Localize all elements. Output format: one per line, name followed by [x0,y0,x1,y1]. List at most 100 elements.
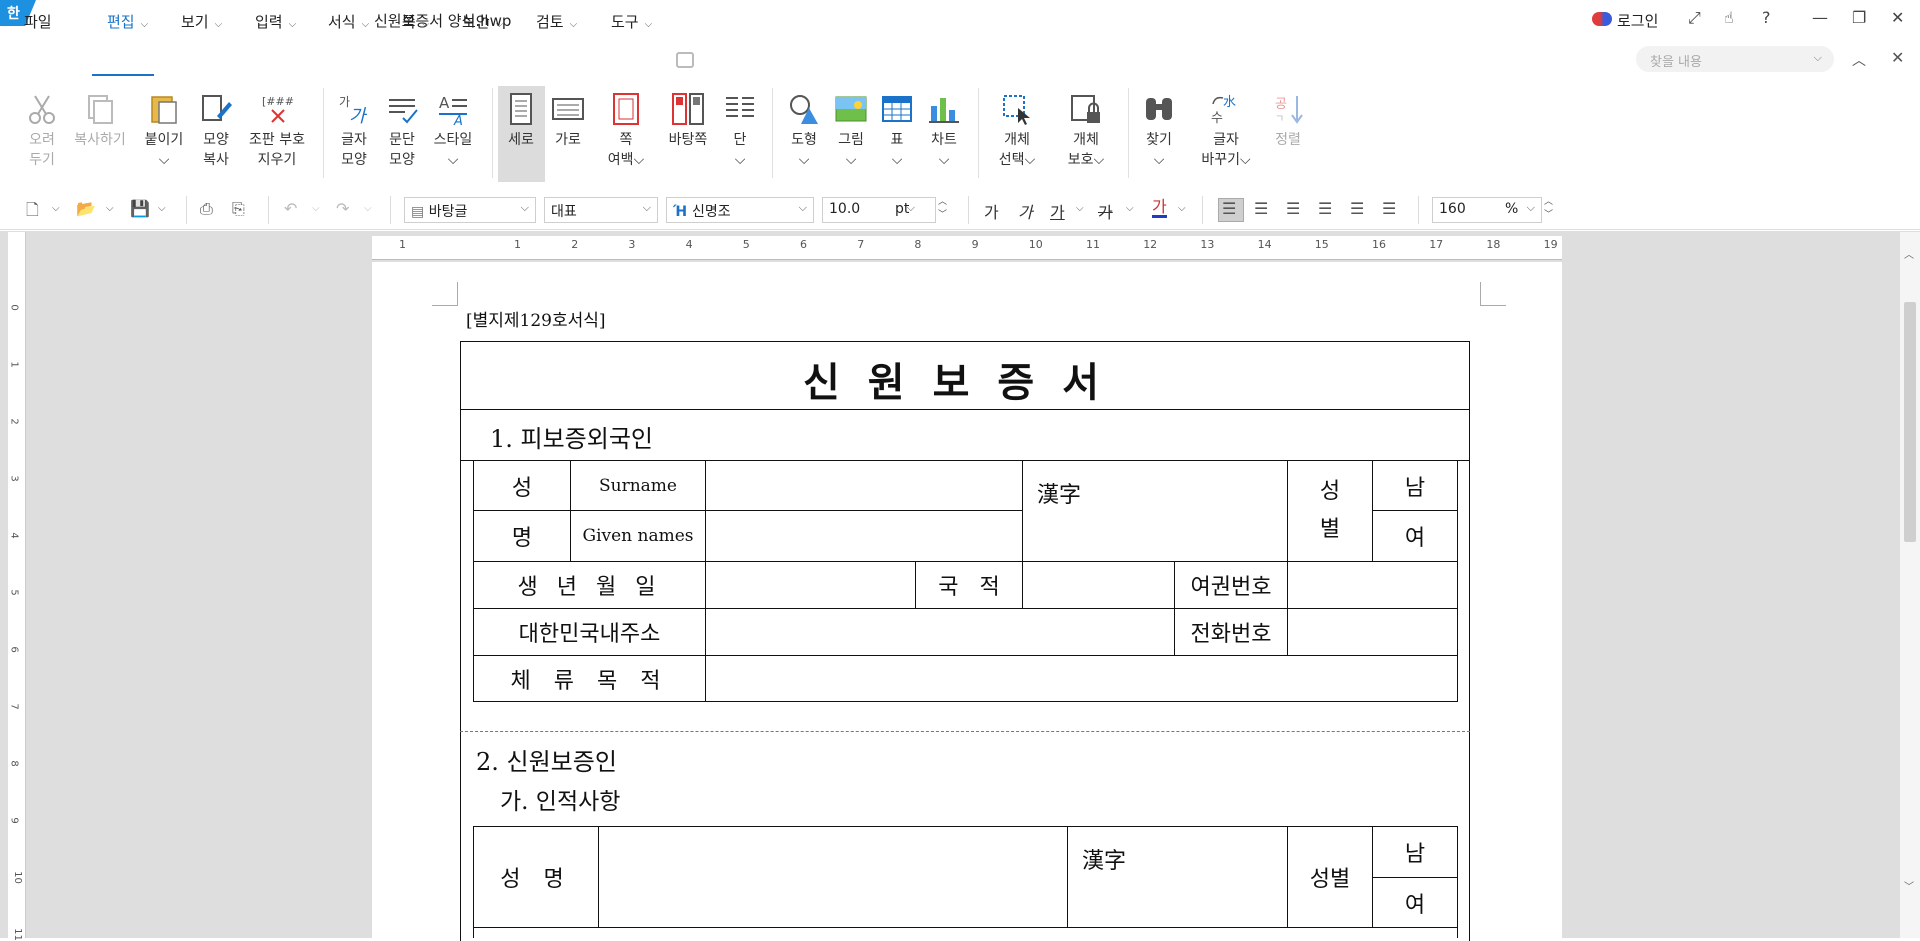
nationality-field[interactable] [1022,561,1175,609]
print-preview-icon[interactable]: ⎘ [232,199,245,219]
para-shape-button[interactable]: 문단 모양 [374,92,430,170]
font-color-button[interactable]: 가 [1152,199,1167,218]
align-center-icon[interactable]: ☰ [1286,199,1300,218]
font-name-select[interactable]: Ή 신명조 ⌵ [666,197,814,223]
guarantor-male-option[interactable]: 남 [1372,826,1458,878]
given-name-field[interactable] [705,510,1023,562]
master-page-button[interactable]: 바탕쪽 [658,92,718,150]
columns-button[interactable]: 단 ⌵ [710,92,770,170]
vertical-ruler-tick-label: 7 [8,703,20,710]
scroll-down-icon[interactable]: ﹀ [1904,878,1914,893]
font-size-stepper[interactable]: ︿ ﹀ [938,196,947,222]
fullscreen-icon[interactable]: ⤢ [1688,8,1701,28]
object-protect-button[interactable]: 개체 보호⌵ [1056,92,1116,170]
menu-file[interactable]: 파일 [24,11,52,32]
guarantor-name-header: 성 명 [473,826,599,928]
landscape-button[interactable]: 가로 [538,92,598,150]
paragraph-style-select[interactable]: ▤ 바탕글 ⌵ [404,197,536,223]
erase-codes-button[interactable]: [###] 조판 부호지우기 [244,92,310,170]
scrollbar-thumb[interactable] [1904,302,1916,542]
replace-button[interactable]: 水수 글자 바꾸기⌵ [1193,92,1259,170]
menu-page[interactable]: 쪽 ⌵ [402,11,429,32]
menu-format[interactable]: 서식 ⌵ [328,11,369,32]
login-icon[interactable] [1592,12,1612,26]
passport-field[interactable] [1287,561,1458,609]
strikethrough-button[interactable]: 가 [1098,199,1113,223]
format-copy-button[interactable]: 모양 복사 [186,92,246,170]
underline-dropdown-icon[interactable]: ⌵ [1076,203,1084,214]
bold-button[interactable]: 가 [984,199,999,223]
object-select-button[interactable]: 개체 선택⌵ [987,92,1047,170]
undo-dropdown-icon[interactable]: ⌵ [312,203,320,214]
phone-field[interactable] [1287,608,1458,656]
align-split-icon[interactable]: ☰ [1382,199,1396,218]
save-dropdown-icon[interactable]: ⌵ [158,203,166,214]
undo-icon[interactable]: ↶ [284,199,297,218]
menu-security[interactable]: 보안 ⌵ [462,11,503,32]
sort-button[interactable]: 공ㄱ 정렬 [1258,92,1318,150]
style-button[interactable]: AA 스타일 ⌵ [424,92,482,170]
font-size-input[interactable]: 10.0 pt ⌵ [822,197,936,223]
align-distribute-icon[interactable]: ☰ [1350,199,1364,218]
new-dropdown-icon[interactable]: ⌵ [52,203,60,214]
ruler-tick-label: 1 [399,238,406,251]
toolbar-separator [186,196,187,224]
help-icon[interactable]: ? [1762,8,1771,27]
birth-date-field[interactable] [705,561,916,609]
gender-female-option[interactable]: 여 [1372,510,1458,562]
guarantor-female-option[interactable]: 여 [1372,877,1458,928]
find-button[interactable]: 찾기 ⌵ [1129,92,1189,170]
font-language-select[interactable]: 대표 ⌵ [544,197,658,223]
align-left-icon[interactable]: ☰ [1254,199,1268,218]
chart-button[interactable]: 차트 ⌵ [914,92,974,170]
italic-button[interactable]: 가 [1018,199,1033,223]
open-dropdown-icon[interactable]: ⌵ [106,203,114,214]
vertical-ruler-tick-label: 4 [8,532,20,539]
underline-button[interactable]: 가 [1050,199,1065,223]
erase-codes-icon: [###] [262,95,294,123]
collapse-ribbon-icon[interactable]: ︿ [1852,50,1866,70]
ruler-tick-label: 1 [514,238,521,251]
hanja-field[interactable]: 漢字 [1022,460,1288,562]
print-icon[interactable]: ⎙ [200,199,213,219]
save-icon[interactable]: 💾 [130,199,150,218]
redo-dropdown-icon[interactable]: ⌵ [364,203,372,214]
redo-icon[interactable]: ↷ [336,199,349,218]
purpose-field[interactable] [705,655,1458,702]
collaboration-icon[interactable] [676,52,694,68]
login-button[interactable]: 로그인 [1617,10,1658,31]
address-field[interactable] [705,608,1175,656]
open-folder-icon[interactable]: 📂 [76,199,96,218]
toolbar-separator [1202,196,1203,224]
menu-view[interactable]: 보기 ⌵ [181,11,222,32]
menu-review[interactable]: 검토 ⌵ [536,11,577,32]
restore-icon[interactable]: ❐ [1852,8,1866,27]
zoom-input[interactable]: 160% ⌵ [1432,197,1542,223]
copy-button[interactable]: 복사하기 [70,92,130,150]
page-margin-button[interactable]: 쪽 여백⌵ [596,92,656,170]
menu-tools[interactable]: 도구 ⌵ [611,11,652,32]
section2a-heading: 가. 인적사항 [500,789,621,815]
section2-heading: 2. 신원보증인 [476,748,617,776]
close-doc-icon[interactable]: ✕ [1891,48,1904,67]
menu-insert[interactable]: 입력 ⌵ [255,11,296,32]
align-right-icon[interactable]: ☰ [1318,199,1332,218]
minimize-icon[interactable]: — [1812,8,1828,27]
new-document-icon[interactable]: 🗋 [26,199,39,226]
search-input[interactable]: 찾을 내용 ⌵ [1636,46,1834,72]
style-icon: AA [439,94,467,126]
scroll-up-icon[interactable]: ︿ [1904,246,1914,261]
cut-button[interactable]: 오려 두기 [12,92,72,170]
menu-edit[interactable]: 편집 ⌵ [107,11,148,32]
guarantor-hanja-field[interactable]: 漢字 [1067,826,1288,928]
vertical-ruler-tick-label: 9 [8,817,20,824]
surname-field[interactable] [705,460,1023,511]
touch-mode-icon[interactable]: ☝ [1724,8,1734,27]
close-icon[interactable]: ✕ [1891,8,1904,27]
strike-dropdown-icon[interactable]: ⌵ [1126,203,1134,214]
zoom-stepper[interactable]: ︿ ﹀ [1544,196,1553,222]
paste-button[interactable]: 붙이기 ⌵ [134,92,194,170]
guarantor-name-field[interactable] [598,826,1068,928]
gender-male-option[interactable]: 남 [1372,460,1458,511]
font-color-dropdown-icon[interactable]: ⌵ [1178,203,1186,214]
